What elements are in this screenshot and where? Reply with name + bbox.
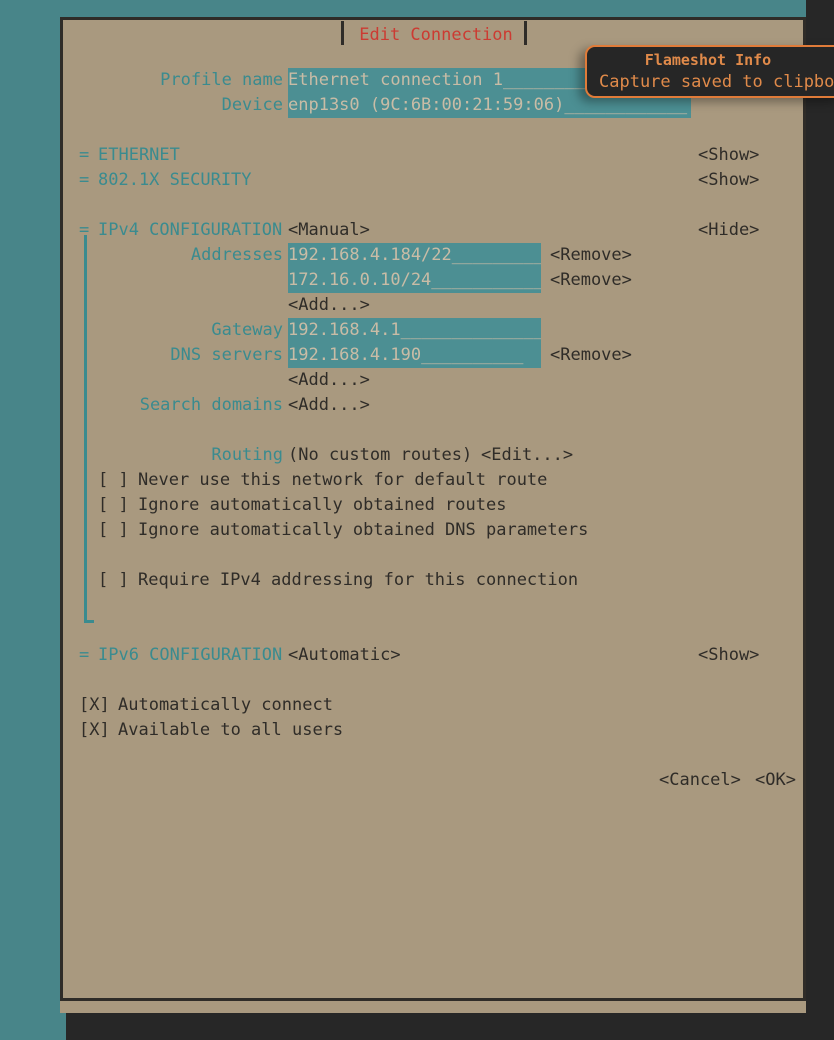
security-section-label: 802.1X SECURITY (98, 170, 252, 190)
checkbox-never-default-route-label: Never use this network for default route (138, 470, 548, 490)
checkbox-require-ipv4-state[interactable]: [ ] (98, 568, 129, 593)
dns-server-remove-button-0[interactable]: <Remove> (550, 343, 632, 368)
address-input-0[interactable]: 192.168.4.184/22_________ (288, 243, 541, 268)
flameshot-notification[interactable]: Flameshot Info Capture saved to clipboa (585, 45, 834, 98)
dns-server-filler-0: __________ (421, 345, 524, 365)
edit-connection-dialog: Edit Connection Profile name Ethernet co… (60, 17, 806, 1001)
dialog-title-mask (341, 20, 531, 46)
ipv6-method-select[interactable]: <Automatic> (288, 643, 401, 668)
address-remove-button-1[interactable]: <Remove> (550, 268, 632, 293)
search-domains-add-button[interactable]: <Add...> (288, 393, 370, 418)
address-value-0: 192.168.4.184/22 (288, 245, 452, 265)
routing-value: (No custom routes) (288, 445, 473, 465)
checkbox-all-users-label: Available to all users (118, 720, 344, 740)
address-filler-1: ___________ (431, 270, 541, 290)
ipv6-section-label: IPv6 CONFIGURATION (98, 645, 283, 665)
ipv6-section-marker[interactable]: = (79, 643, 89, 668)
ok-button[interactable]: <OK> (755, 768, 796, 793)
ethernet-section-marker[interactable]: = (79, 143, 89, 168)
ipv4-section-label: IPv4 CONFIGURATION (98, 220, 283, 240)
checkbox-require-ipv4-label: Require IPv4 addressing for this connect… (138, 570, 579, 590)
profile-name-value: Ethernet connection 1 (288, 70, 503, 90)
desktop-screen: Edit Connection Profile name Ethernet co… (0, 0, 834, 1040)
checkbox-never-default-route-state[interactable]: [ ] (98, 468, 129, 493)
taskbar[interactable] (66, 1013, 834, 1040)
gateway-input[interactable]: 192.168.4.1______________ (288, 318, 541, 343)
terminal-right-shade (806, 0, 834, 1013)
ipv4-method-select[interactable]: <Manual> (288, 218, 370, 243)
device-label: Device (221, 95, 283, 115)
address-filler-0: _________ (451, 245, 541, 265)
checkbox-ignore-dns-state[interactable]: [ ] (98, 518, 129, 543)
dialog-title: Edit Connection (359, 25, 513, 45)
ethernet-show-button[interactable]: <Show> (698, 143, 759, 168)
address-remove-button-0[interactable]: <Remove> (550, 243, 632, 268)
dialog-content: Edit Connection Profile name Ethernet co… (63, 20, 803, 998)
cancel-button[interactable]: <Cancel> (659, 768, 741, 793)
dns-server-value-0: 192.168.4.190 (288, 345, 422, 365)
security-section-marker[interactable]: = (79, 168, 89, 193)
checkbox-autoconnect-state[interactable]: [X] (79, 693, 110, 718)
checkbox-ignore-routes-label: Ignore automatically obtained routes (138, 495, 507, 515)
gateway-value: 192.168.4.1 (288, 320, 401, 340)
gateway-label: Gateway (211, 320, 283, 340)
ipv4-hide-button[interactable]: <Hide> (698, 218, 759, 243)
flameshot-notification-title: Flameshot Info (644, 51, 772, 69)
checkbox-all-users-state[interactable]: [X] (79, 718, 110, 743)
profile-name-label: Profile name (160, 70, 283, 90)
dns-servers-label: DNS servers (170, 345, 283, 365)
device-value: enp13s0 (9C:6B:00:21:59:06) (288, 95, 565, 115)
title-tick-left (341, 21, 344, 45)
search-domains-label: Search domains (139, 395, 283, 415)
address-value-1: 172.16.0.10/24 (288, 270, 432, 290)
ethernet-section-label: ETHERNET (98, 145, 180, 165)
checkbox-autoconnect-label: Automatically connect (118, 695, 333, 715)
flameshot-notification-body: Capture saved to clipboa (599, 72, 834, 92)
security-show-button[interactable]: <Show> (698, 168, 759, 193)
checkbox-ignore-dns-label: Ignore automatically obtained DNS parame… (138, 520, 589, 540)
ipv4-section-guide-foot (84, 620, 94, 623)
dns-server-add-button[interactable]: <Add...> (288, 368, 370, 393)
checkbox-ignore-routes-state[interactable]: [ ] (98, 493, 129, 518)
ipv4-section-guide (84, 235, 87, 623)
address-add-button[interactable]: <Add...> (288, 293, 370, 318)
gateway-filler: ______________ (400, 320, 541, 340)
profile-name-filler: _________ (502, 70, 596, 90)
dns-server-input-0[interactable]: 192.168.4.190__________ (288, 343, 541, 368)
dialog-titlebar: Edit Connection (63, 20, 809, 46)
ipv6-show-button[interactable]: <Show> (698, 643, 759, 668)
routing-edit-button[interactable]: <Edit...> (481, 443, 573, 468)
title-tick-right (524, 21, 527, 45)
routing-label: Routing (211, 445, 283, 465)
device-filler: ____________ (564, 95, 688, 115)
addresses-label: Addresses (190, 245, 283, 265)
address-input-1[interactable]: 172.16.0.10/24___________ (288, 268, 541, 293)
